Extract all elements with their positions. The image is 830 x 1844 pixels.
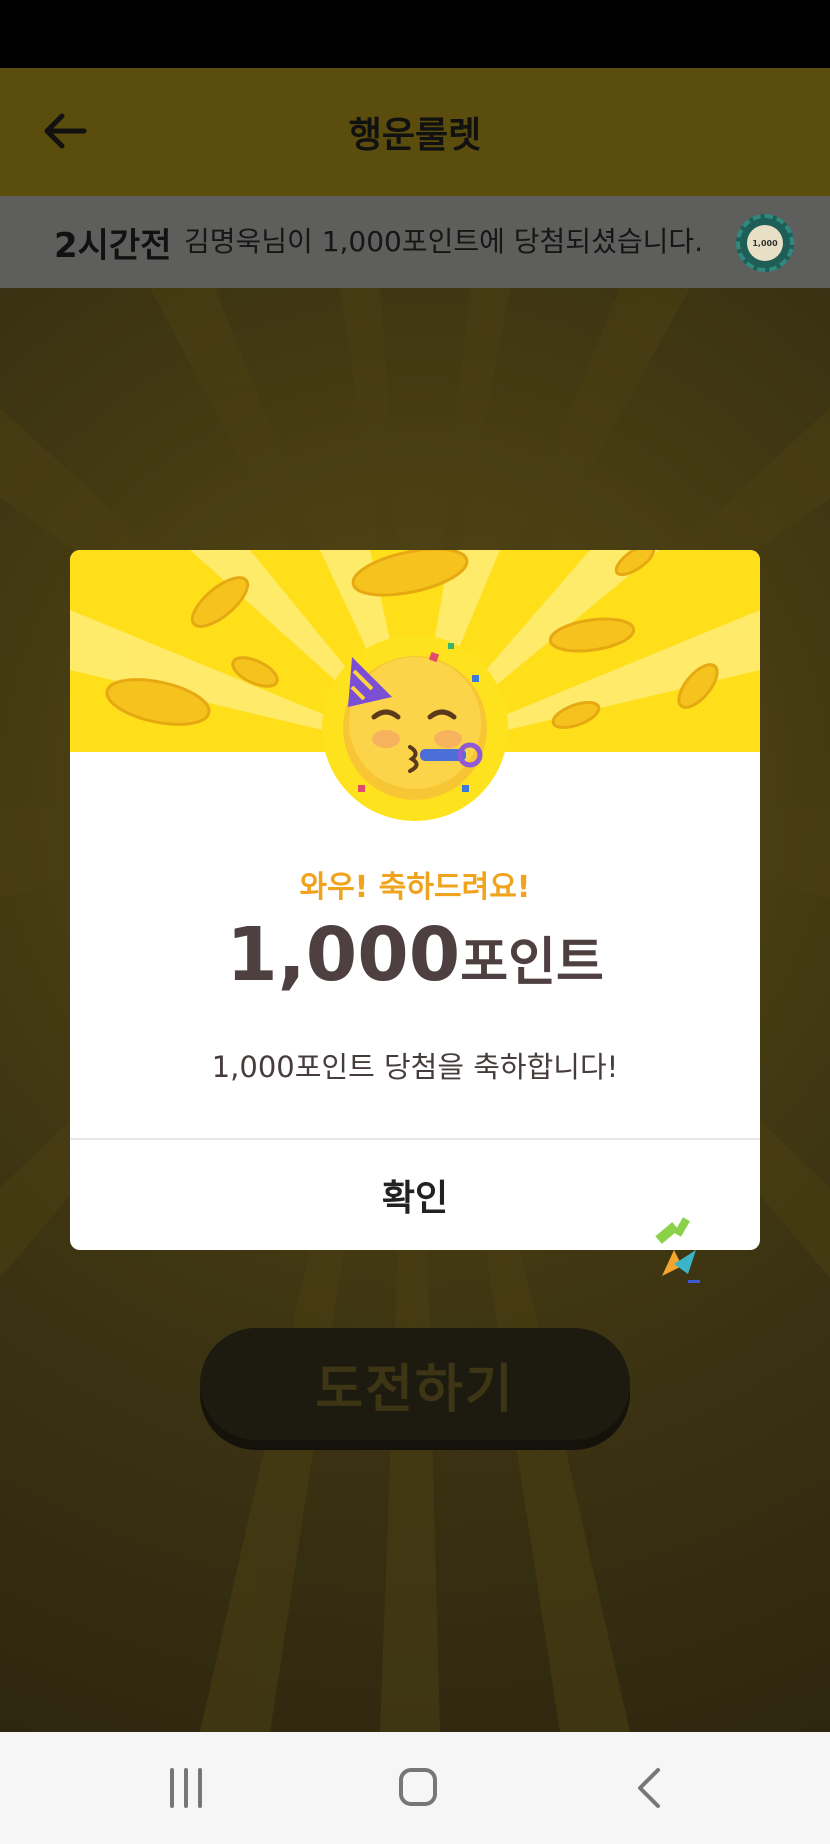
back-button[interactable]: [38, 104, 92, 158]
win-dialog: 와우! 축하드려요! 1,000포인트 1,000포인트 당첨을 축하합니다! …: [70, 550, 760, 1250]
prize-description: 1,000포인트 당첨을 축하합니다!: [211, 1050, 619, 1084]
recent-apps-button[interactable]: [156, 1762, 216, 1814]
prize-amount-unit: 포인트: [460, 933, 604, 993]
back-icon: [638, 1768, 660, 1808]
system-nav-bar: [0, 1732, 830, 1844]
point-chip-icon: 1,000: [736, 214, 794, 272]
point-chip-label: 1,000: [747, 225, 783, 261]
status-bar: [0, 0, 830, 68]
ticker-time: 2시간전: [54, 225, 172, 266]
arrow-left-icon: [44, 113, 87, 149]
partying-face-icon: [343, 643, 487, 800]
confetti-icon: [655, 1217, 700, 1283]
challenge-button[interactable]: 도전하기: [200, 1328, 630, 1440]
page-title: 행운룰렛: [348, 115, 482, 156]
congrats-subtitle: 와우! 축하드려요!: [299, 870, 531, 905]
emoji-badge: [322, 635, 508, 821]
home-icon: [399, 1768, 437, 1806]
system-back-button[interactable]: [620, 1762, 680, 1814]
app-header: 행운룰렛: [0, 68, 830, 196]
recent-apps-icon: [170, 1768, 202, 1808]
ticker-message: 김명욱님이 1,000포인트에 당첨되셨습니다.: [184, 225, 704, 258]
winner-ticker: 2시간전 김명욱님이 1,000포인트에 당첨되셨습니다. 1,000: [0, 196, 830, 288]
prize-amount: 1,000포인트: [70, 912, 760, 998]
home-button[interactable]: [388, 1762, 448, 1814]
prize-amount-number: 1,000: [226, 912, 461, 998]
